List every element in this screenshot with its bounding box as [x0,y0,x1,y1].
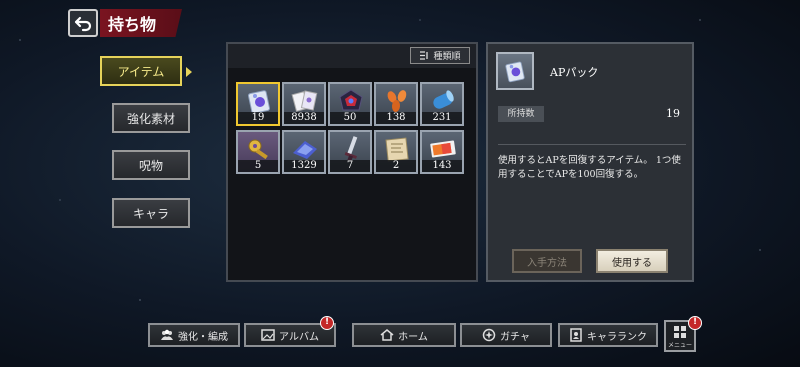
detail-item-icon-frame [496,52,534,90]
nav-enhance-party[interactable]: 強化・編成 [148,323,240,347]
nav-label: キャラランク [587,331,647,343]
blue-roll-icon [433,90,454,109]
rank-icon [570,328,582,342]
item-grid: 19 8938 50 138 231 5 1329 7 2 143 [236,82,464,174]
nav-gacha[interactable]: ガチャ [460,323,552,347]
menu-label: メニュー [667,342,692,349]
owned-count-label: 所持数 [498,106,544,122]
menu-notification-badge: ! [688,316,702,330]
item-slot-ticket[interactable]: 143 [420,130,464,174]
map-icon [385,137,409,162]
item-count: 231 [422,112,462,124]
item-slot-sword[interactable]: 7 [328,130,372,174]
item-detail-panel: APパック 所持数 19 使用するとAPを回復するアイテム。 1つ使用することで… [486,42,694,282]
nav-label: 強化・編成 [178,331,228,343]
album-notification-badge: ! [320,316,334,330]
item-count: 138 [376,112,416,124]
gold-key-icon [248,139,268,160]
item-count: 2 [376,160,416,172]
item-slot-petals[interactable]: 138 [374,82,418,126]
sort-icon [420,51,429,60]
owned-count-value: 19 [666,107,680,120]
nav-label: アルバム [279,331,319,343]
ap-pack-icon [247,90,271,114]
tab-item[interactable]: アイテム [100,56,182,86]
owned-count-row: 所持数 19 [498,106,686,122]
petals-icon [387,90,407,112]
item-count: 19 [238,112,278,124]
detail-divider [498,144,686,145]
item-count: 143 [422,160,462,172]
back-arrow-icon [74,16,92,32]
item-slot-red-gem[interactable]: 50 [328,82,372,126]
sword-icon [344,136,358,163]
grid-menu-icon [674,326,686,338]
cards-icon [291,90,318,112]
item-slot-blue-cloth[interactable]: 1329 [282,130,326,174]
item-slot-blue-roll[interactable]: 231 [420,82,464,126]
detail-item-name: APパック [550,66,599,79]
page-title: 持ち物 [100,9,182,37]
tab-enhance-material[interactable]: 強化素材 [112,103,190,133]
item-list-panel: 種類順 19 8938 50 138 231 5 1329 7 2 143 [226,42,478,282]
item-count: 5 [238,160,278,172]
ap-pack-icon [505,61,525,83]
item-slot-gold-key[interactable]: 5 [236,130,280,174]
album-icon [261,329,275,341]
nav-label: ホーム [398,331,428,343]
item-count: 8938 [284,112,324,124]
item-slot-ap-pack[interactable]: 19 [236,82,280,126]
tab-cursed-object[interactable]: 呪物 [112,150,190,180]
item-count: 1329 [284,160,324,172]
item-count: 50 [330,112,370,124]
tab-character[interactable]: キャラ [112,198,190,228]
sort-label: 種類順 [433,52,461,62]
nav-character-rank[interactable]: キャラランク [558,323,658,347]
red-gem-icon [339,89,363,111]
gacha-icon [482,328,496,342]
nav-label: ガチャ [500,331,530,343]
back-button[interactable] [68,9,98,37]
detail-description: 使用するとAPを回復するアイテム。 1つ使用することでAPを100回復する。 [498,155,681,180]
party-icon [161,329,173,340]
nav-home[interactable]: ホーム [352,323,456,347]
ticket-icon [430,140,456,158]
item-slot-map[interactable]: 2 [374,130,418,174]
item-count: 7 [330,160,370,172]
active-tab-arrow-icon [186,67,192,77]
home-icon [380,329,394,341]
how-to-obtain-button[interactable]: 入手方法 [512,249,582,273]
blue-cloth-icon [293,141,317,159]
item-slot-cards[interactable]: 8938 [282,82,326,126]
use-button[interactable]: 使用する [596,249,668,273]
sort-button[interactable]: 種類順 [410,47,470,64]
